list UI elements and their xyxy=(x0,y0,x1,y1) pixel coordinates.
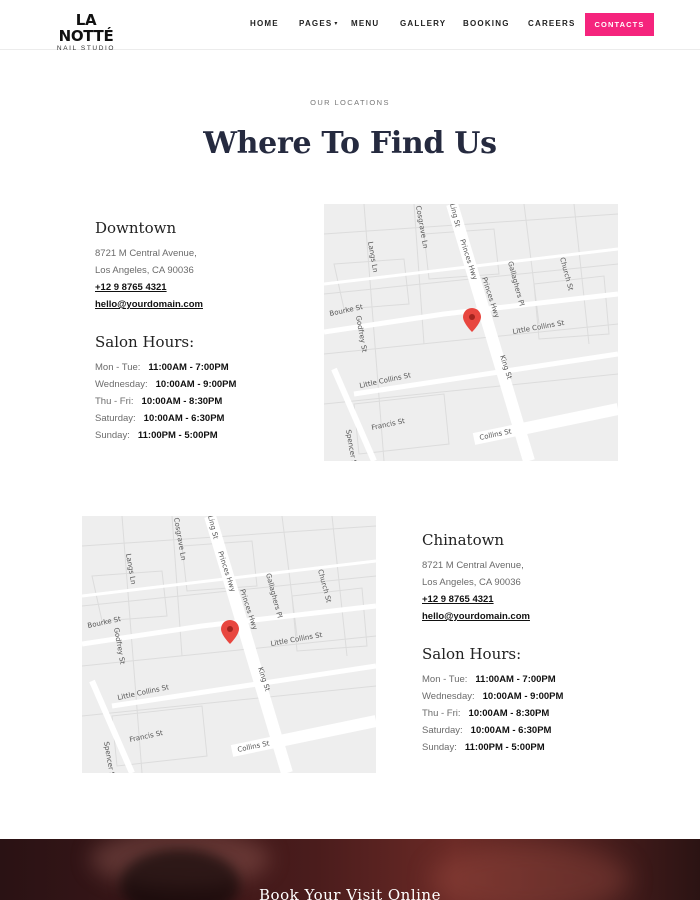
hours-row: Wednesday: 10:00AM - 9:00PM xyxy=(95,376,315,393)
location-name: Chinatown xyxy=(422,531,505,549)
address-line: Los Angeles, CA 90036 xyxy=(95,265,194,276)
hours-title: Salon Hours: xyxy=(422,645,522,663)
hours-row: Saturday: 10:00AM - 6:30PM xyxy=(422,722,642,739)
address-line: 8721 M Central Avenue, xyxy=(95,248,197,259)
hours-time: 11:00AM - 7:00PM xyxy=(148,362,229,373)
nav-item-careers[interactable]: CAREERS xyxy=(528,19,576,28)
hours-time: 10:00AM - 9:00PM xyxy=(482,691,564,702)
hours-day: Sunday: xyxy=(422,742,457,753)
hours-time: 10:00AM - 6:30PM xyxy=(143,413,225,424)
hours-time: 10:00AM - 6:30PM xyxy=(470,725,552,736)
address-line: Los Angeles, CA 90036 xyxy=(422,577,521,588)
hours-day: Sunday: xyxy=(95,430,130,441)
page-title: Where To Find Us xyxy=(203,126,497,161)
location-map-downtown[interactable]: Langs Ln Cosgrave Ln Princes Hwy Gallagh… xyxy=(324,204,618,461)
location-name: Downtown xyxy=(95,219,177,237)
banner-title: Book Your Visit Online xyxy=(259,886,441,900)
phone-link[interactable]: +12 9 8765 4321 xyxy=(95,279,315,296)
hours-time: 10:00AM - 9:00PM xyxy=(155,379,237,390)
hours-row: Thu - Fri: 10:00AM - 8:30PM xyxy=(422,705,642,722)
street-map: Langs Ln Cosgrave Ln Princes Hwy Gallagh… xyxy=(324,204,618,461)
hours-time: 11:00AM - 7:00PM xyxy=(475,674,556,685)
brand-logo[interactable]: LA NOTTÉ NAIL STUDIO xyxy=(46,12,126,53)
hours-day: Mon - Tue: xyxy=(422,674,468,685)
nav-item-pages[interactable]: PAGES ▾ xyxy=(299,19,339,28)
hours-row: Sunday: 11:00PM - 5:00PM xyxy=(95,427,315,444)
hours-day: Wednesday: xyxy=(95,379,148,390)
address-line: 8721 M Central Avenue, xyxy=(422,560,524,571)
hours-time: 11:00PM - 5:00PM xyxy=(137,430,218,441)
hours-row: Mon - Tue: 11:00AM - 7:00PM xyxy=(422,671,642,688)
booking-banner: Book Your Visit Online xyxy=(0,839,700,900)
hours-row: Sunday: 11:00PM - 5:00PM xyxy=(422,739,642,756)
section-eyebrow: OUR LOCATIONS xyxy=(310,98,390,107)
email-link[interactable]: hello@yourdomain.com xyxy=(95,296,315,313)
brand-name: LA NOTTÉ xyxy=(58,11,114,45)
location-chinatown: Chinatown 8721 M Central Avenue, Los Ang… xyxy=(422,531,642,756)
nav-item-menu[interactable]: MENU xyxy=(351,19,379,28)
hours-row: Mon - Tue: 11:00AM - 7:00PM xyxy=(95,359,315,376)
hours-day: Saturday: xyxy=(95,413,136,424)
hours-day: Thu - Fri: xyxy=(95,396,134,407)
hours-row: Thu - Fri: 10:00AM - 8:30PM xyxy=(95,393,315,410)
nav-item-pages-label: PAGES xyxy=(299,19,333,28)
phone-link[interactable]: +12 9 8765 4321 xyxy=(422,591,642,608)
site-header: LA NOTTÉ NAIL STUDIO HOME PAGES ▾ MENU GA… xyxy=(0,0,700,53)
nav-item-gallery[interactable]: GALLERY xyxy=(400,19,446,28)
hours-title: Salon Hours: xyxy=(95,333,195,351)
hours-day: Wednesday: xyxy=(422,691,475,702)
email-link[interactable]: hello@yourdomain.com xyxy=(422,608,642,625)
location-map-chinatown[interactable]: Langs Ln Cosgrave Ln Princes Hwy Gallagh… xyxy=(82,516,376,773)
street-map: Langs Ln Cosgrave Ln Princes Hwy Gallagh… xyxy=(82,516,376,773)
hours-day: Saturday: xyxy=(422,725,463,736)
hours-time: 10:00AM - 8:30PM xyxy=(468,708,550,719)
hours-day: Thu - Fri: xyxy=(422,708,461,719)
hours-time: 10:00AM - 8:30PM xyxy=(141,396,223,407)
hours-row: Wednesday: 10:00AM - 9:00PM xyxy=(422,688,642,705)
nav-item-booking[interactable]: BOOKING xyxy=(463,19,510,28)
contacts-button[interactable]: CONTACTS xyxy=(585,13,654,36)
hours-row: Saturday: 10:00AM - 6:30PM xyxy=(95,410,315,427)
hours-day: Mon - Tue: xyxy=(95,362,141,373)
nav-item-home[interactable]: HOME xyxy=(250,19,279,28)
brand-tagline: NAIL STUDIO xyxy=(56,45,116,52)
hours-time: 11:00PM - 5:00PM xyxy=(464,742,545,753)
chevron-down-icon: ▾ xyxy=(334,21,339,27)
location-downtown: Downtown 8721 M Central Avenue, Los Ange… xyxy=(95,219,315,444)
